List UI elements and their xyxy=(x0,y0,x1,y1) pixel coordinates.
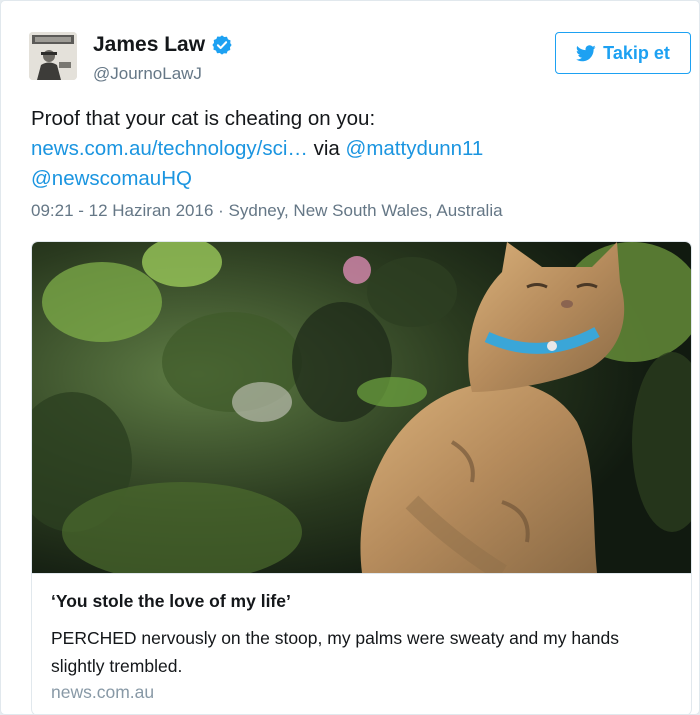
meta-separator: · xyxy=(218,201,224,220)
tweet-text: Proof that your cat is cheating on you: … xyxy=(31,104,671,194)
follow-button[interactable]: Takip et xyxy=(555,32,691,74)
tweet-meta: 09:21 - 12 Haziran 2016 · Sydney, New So… xyxy=(31,201,503,221)
name-row: James Law xyxy=(93,33,233,57)
card-title: ‘You stole the love of my life’ xyxy=(51,591,291,611)
tweet-card: James Law @JournoLawJ Takip et Proof tha… xyxy=(0,0,700,715)
verified-badge-icon xyxy=(212,35,232,55)
card-body: ‘You stole the love of my life’ PERCHED … xyxy=(32,573,691,702)
card-domain: news.com.au xyxy=(51,682,155,702)
tweet-timestamp[interactable]: 09:21 - 12 Haziran 2016 xyxy=(31,201,213,220)
tweet-intro: Proof that your cat is cheating on you: xyxy=(31,107,376,130)
follow-button-label: Takip et xyxy=(603,42,670,63)
card-image-cat xyxy=(32,242,691,573)
user-handle[interactable]: @JournoLawJ xyxy=(93,64,202,84)
bird-icon xyxy=(576,44,596,61)
tweet-link[interactable]: news.com.au/technology/sci… xyxy=(31,137,308,160)
via-text: via xyxy=(313,137,340,160)
avatar-image xyxy=(29,32,77,80)
avatar[interactable] xyxy=(29,32,77,80)
mention-link-mattydunn11[interactable]: @mattydunn11 xyxy=(346,137,484,160)
tweet-location[interactable]: Sydney, New South Wales, Australia xyxy=(229,201,503,220)
card-description: PERCHED nervously on the stoop, my palms… xyxy=(51,628,620,676)
mention-link-newscomauhq[interactable]: @newscomauHQ xyxy=(31,167,192,190)
display-name[interactable]: James Law xyxy=(93,33,205,57)
link-preview-card[interactable]: ‘You stole the love of my life’ PERCHED … xyxy=(31,241,692,714)
